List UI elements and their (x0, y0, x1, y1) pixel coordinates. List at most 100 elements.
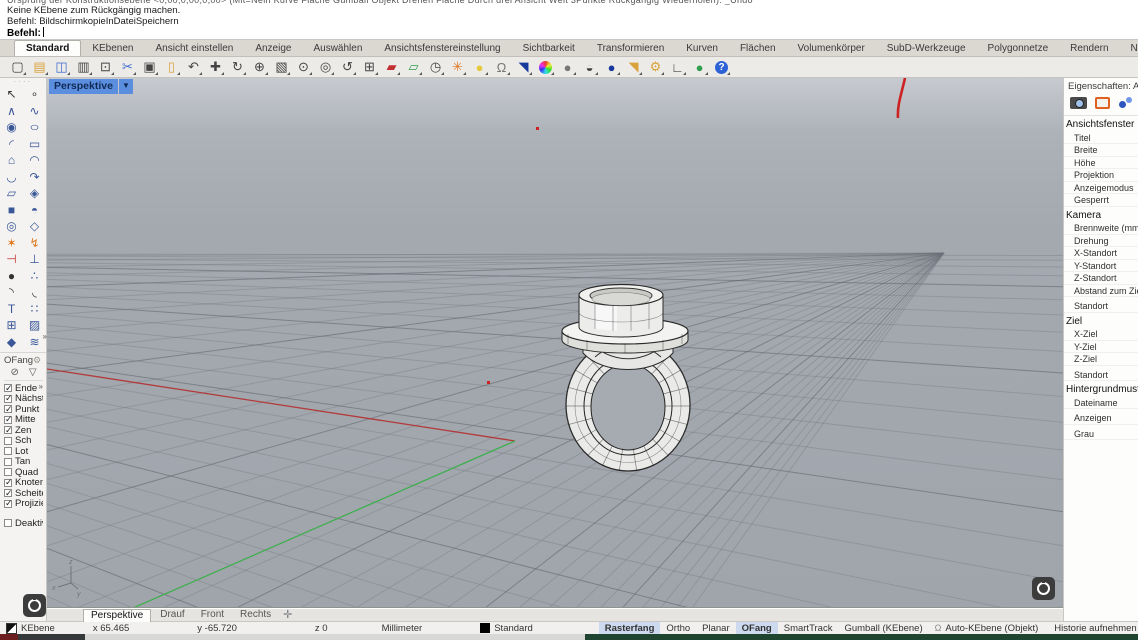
osnap-checkbox-row[interactable]: Tan (4, 457, 43, 468)
toolbar-tab[interactable]: Polygonnetze (977, 41, 1060, 56)
point-cloud-icon[interactable]: ∷ (23, 301, 46, 318)
conic-icon[interactable]: ◠ (23, 152, 46, 169)
boolean-points-icon[interactable]: ∴ (23, 268, 46, 285)
status-item[interactable]: Auto-KEbene (Objekt) (929, 622, 1045, 635)
paste-icon[interactable]: ▯ (162, 58, 181, 76)
property-row[interactable]: Breite (1064, 144, 1138, 157)
status-item[interactable]: Ortho (660, 622, 696, 635)
osnap-disable-row[interactable]: Deaktiv (4, 518, 43, 529)
property-row[interactable]: X-Standort (1064, 247, 1138, 260)
property-row[interactable]: Titel (1064, 132, 1138, 145)
print-icon[interactable]: ▥ (74, 58, 93, 76)
property-row[interactable]: Abstand zum Ziel (1064, 285, 1138, 298)
text-icon[interactable]: T (0, 301, 23, 318)
render-globe-icon[interactable]: ● (690, 58, 709, 76)
box-icon[interactable]: ■ (0, 202, 23, 219)
toolbar-tab[interactable]: Neu in Version 8 (1120, 41, 1138, 56)
viewport-disc-widget[interactable] (1032, 577, 1055, 600)
copy-icon[interactable]: ▣ (140, 58, 159, 76)
zoom-selected-icon[interactable]: ⊙ (294, 58, 313, 76)
toolbar-tab[interactable]: Ansicht einstellen (145, 41, 245, 56)
chamfer-icon[interactable]: ◟ (23, 284, 46, 301)
osnap-checkbox-row[interactable]: Lot (4, 446, 43, 457)
property-row[interactable]: Y-Ziel (1064, 341, 1138, 354)
rectangle-icon[interactable]: ▭ (23, 136, 46, 153)
dock-grip-handle[interactable]: ···· (0, 78, 46, 86)
camera-icon[interactable] (1070, 97, 1087, 109)
split-icon[interactable]: ⊥ (23, 251, 46, 268)
undo-icon[interactable]: ↶ (184, 58, 203, 76)
dock-disc-widget[interactable] (23, 594, 46, 617)
fillet-icon[interactable]: ◝ (0, 284, 23, 301)
undo-view-icon[interactable]: ↺ (338, 58, 357, 76)
car-icon[interactable]: ▰ (382, 58, 401, 76)
zoom-window-icon[interactable]: ▧ (272, 58, 291, 76)
ghosted-sphere-icon[interactable]: ◒ (580, 58, 599, 76)
property-row[interactable]: Kamera (1064, 210, 1138, 223)
viewport-tab[interactable]: Rechts (233, 609, 278, 622)
viewport-tab[interactable]: ✛ (280, 609, 295, 622)
selected-curve[interactable] (898, 78, 905, 118)
toolbar-tab[interactable]: Transformieren (586, 41, 675, 56)
lock-icon[interactable]: Ω (492, 58, 511, 76)
blend-curve-icon[interactable]: ◡ (0, 169, 23, 186)
toolbar-tab[interactable]: KEbenen (81, 41, 144, 56)
disable-snaps-icon[interactable]: ⊘ (10, 367, 18, 378)
polyline-icon[interactable]: ∧ (0, 103, 23, 120)
perspective-viewport[interactable]: z x y Perspektive ▼ (47, 78, 1063, 608)
ellipse-icon[interactable]: ○ (18, 119, 50, 136)
property-row[interactable]: Y-Standort (1064, 260, 1138, 273)
viewport-canvas[interactable]: z x y (47, 78, 1063, 608)
osnap-checkbox-row[interactable]: Quad (4, 467, 43, 478)
property-row[interactable]: X-Ziel (1064, 328, 1138, 341)
status-item[interactable]: Historie aufnehmen (1048, 622, 1138, 635)
curve-icon[interactable]: ∿ (23, 103, 46, 120)
checkbox[interactable] (4, 437, 12, 445)
new-file-icon[interactable]: ▢ (8, 58, 27, 76)
osnap-checkbox-row[interactable]: Nächst (4, 394, 43, 405)
property-row[interactable]: Ziel (1064, 316, 1138, 329)
checkbox[interactable] (4, 405, 12, 413)
node-tree-icon[interactable]: ✳ (448, 58, 467, 76)
osnap-checkbox-row[interactable]: Scheitel (4, 488, 43, 499)
save-icon[interactable]: ◫ (52, 58, 71, 76)
helix-icon[interactable]: ↷ (23, 169, 46, 186)
osnap-checkbox-row[interactable]: Mitte (4, 415, 43, 426)
polygon-icon[interactable]: ⌂ (0, 152, 23, 169)
osnap-checkbox-row[interactable]: Projizier (4, 499, 43, 510)
property-row[interactable]: Dateiname (1064, 397, 1138, 410)
split-flash-icon[interactable]: ↯ (23, 235, 46, 252)
filter-funnel-icon[interactable]: ▽ (29, 367, 37, 378)
rotate-view-icon[interactable]: ↻ (228, 58, 247, 76)
osnap-checkbox-row[interactable]: Zen (4, 425, 43, 436)
dimension-icon[interactable]: ∟ (668, 58, 687, 76)
property-row[interactable]: Ansichtsfenster (1064, 119, 1138, 132)
gear-icon[interactable]: ⚙ (646, 58, 665, 76)
checkbox[interactable] (4, 426, 12, 434)
display-map-icon[interactable]: ▱ (404, 58, 423, 76)
status-item[interactable]: Rasterfang (599, 622, 661, 635)
toolbar-tab[interactable]: Volumenkörper (787, 41, 876, 56)
checkbox[interactable] (4, 384, 12, 392)
viewport-layout-icon[interactable]: ⊞ (360, 58, 379, 76)
status-item[interactable]: x 65.465 (87, 622, 135, 635)
block-icon[interactable]: ⊞ (0, 317, 23, 334)
property-row[interactable]: Z-Standort (1064, 272, 1138, 285)
copy-view-icon[interactable]: ⊡ (96, 58, 115, 76)
select-icon[interactable]: ↖ (0, 86, 23, 103)
toolbar-tab[interactable]: Rendern (1059, 41, 1119, 56)
viewport-tab[interactable]: Perspektive (83, 609, 151, 622)
viewport-title[interactable]: Perspektive ▼ (49, 79, 133, 94)
arc-icon[interactable]: ◜ (0, 136, 23, 153)
shaded-sphere-icon[interactable]: ● (558, 58, 577, 76)
torus-icon[interactable]: ◎ (0, 218, 23, 235)
status-item[interactable]: y -65.720 (191, 622, 243, 635)
property-row[interactable]: Standort (1064, 369, 1138, 382)
property-row[interactable]: Anzeigen (1064, 412, 1138, 425)
toolbar-tab[interactable]: Standard (14, 40, 81, 56)
explode-icon[interactable]: ✶ (0, 235, 23, 252)
trim-icon[interactable]: ⊣ (0, 251, 23, 268)
plane-icon[interactable]: ◇ (23, 218, 46, 235)
checkbox[interactable] (4, 500, 12, 508)
property-row[interactable]: Standort (1064, 300, 1138, 313)
